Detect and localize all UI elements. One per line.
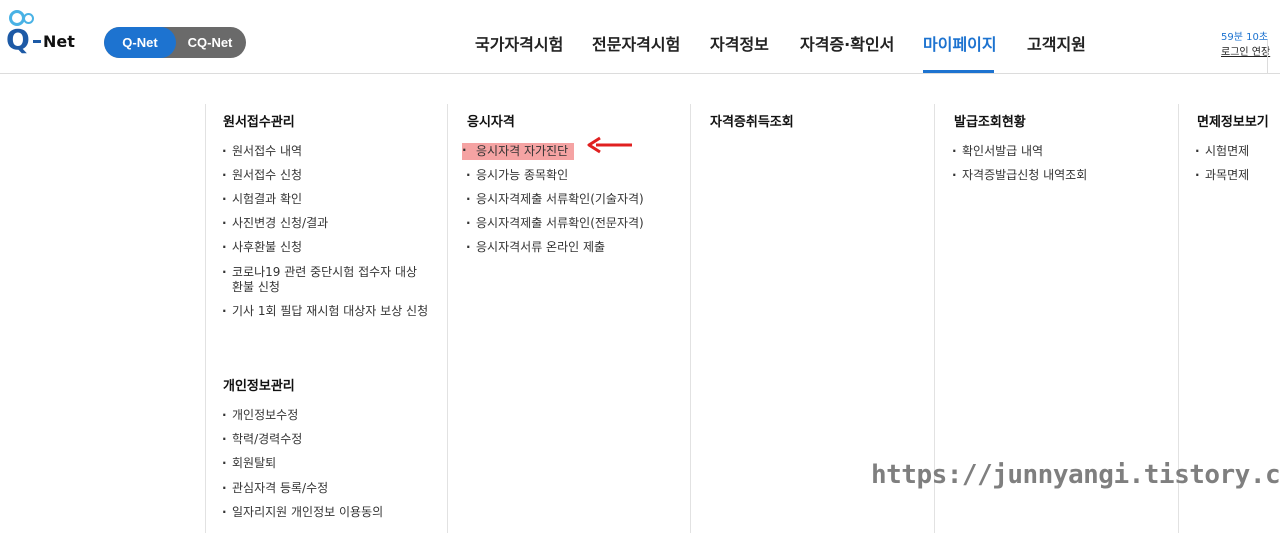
menu-item-continued[interactable]: 환불 신청 xyxy=(232,280,280,295)
menu-title-acquisition[interactable]: 자격증취득조회 xyxy=(710,111,794,130)
login-extend-link[interactable]: 로그인 연장 xyxy=(1221,43,1270,58)
menu-item[interactable]: 응시자격서류 온라인 제출 xyxy=(466,240,605,255)
cqnet-toggle-button[interactable]: CQ-Net xyxy=(174,27,246,58)
nav-mypage[interactable]: 마이페이지 xyxy=(923,31,997,55)
menu-item-self-diagnosis[interactable]: 응시자격 자가진단 xyxy=(462,143,575,160)
logo-q: Q xyxy=(6,23,30,56)
site-header: Q Net CQ-Net Q-Net 국가자격시험 전문자격시험 자격정보 자격… xyxy=(0,0,1280,74)
menu-item[interactable]: 자격증발급신청 내역조회 xyxy=(952,168,1087,183)
menu-item[interactable]: 확인서발급 내역 xyxy=(952,144,1043,159)
menu-item[interactable]: 응시자격제출 서류확인(전문자격) xyxy=(466,216,644,231)
menu-item[interactable]: 과목면제 xyxy=(1195,168,1249,183)
active-nav-underline xyxy=(923,70,994,73)
menu-item[interactable]: 회원탈퇴 xyxy=(222,456,276,471)
menu-item[interactable]: 원서접수 신청 xyxy=(222,168,302,183)
nav-national-exam[interactable]: 국가자격시험 xyxy=(475,31,563,55)
header-right-edge xyxy=(1267,40,1280,74)
nav-qualification-info[interactable]: 자격정보 xyxy=(710,31,769,55)
menu-item[interactable]: 사진변경 신청/결과 xyxy=(222,216,328,231)
qnet-toggle-button[interactable]: Q-Net xyxy=(104,27,176,58)
menu-title-personal-info[interactable]: 개인정보관리 xyxy=(223,375,295,394)
menu-item[interactable]: 시험결과 확인 xyxy=(222,192,302,207)
site-toggle: CQ-Net Q-Net xyxy=(104,27,246,58)
menu-item[interactable]: 원서접수 내역 xyxy=(222,144,302,159)
column-divider xyxy=(690,104,691,533)
menu-title-exemption[interactable]: 면제정보보기 xyxy=(1197,111,1269,130)
menu-title-eligibility[interactable]: 응시자격 xyxy=(467,111,515,130)
nav-customer-support[interactable]: 고객지원 xyxy=(1027,31,1086,55)
blog-watermark: https://junnyangi.tistory.com xyxy=(871,460,1280,490)
qnet-logo[interactable]: Q Net xyxy=(6,10,84,64)
menu-item[interactable]: 일자리지원 개인정보 이용동의 xyxy=(222,505,383,520)
session-timer: 59분 10초 xyxy=(1221,32,1269,43)
column-divider xyxy=(205,104,206,533)
menu-item[interactable]: 응시자격제출 서류확인(기술자격) xyxy=(466,192,644,207)
menu-item[interactable]: 응시가능 종목확인 xyxy=(466,168,568,183)
logo-net: Net xyxy=(43,32,75,51)
nav-professional-exam[interactable]: 전문자격시험 xyxy=(592,31,680,55)
menu-item[interactable]: 사후환불 신청 xyxy=(222,240,302,255)
menu-item[interactable]: 시험면제 xyxy=(1195,144,1249,159)
menu-item[interactable]: 학력/경력수정 xyxy=(222,432,302,447)
logo-dash xyxy=(33,40,41,43)
menu-title-issuance[interactable]: 발급조회현황 xyxy=(954,111,1026,130)
menu-item[interactable]: 기사 1회 필답 재시험 대상자 보상 신청 xyxy=(222,304,428,319)
menu-item[interactable]: 코로나19 관련 중단시험 접수자 대상 xyxy=(222,265,417,280)
nav-certificate[interactable]: 자격증·확인서 xyxy=(800,31,894,55)
menu-title-application[interactable]: 원서접수관리 xyxy=(223,111,295,130)
menu-item[interactable]: 개인정보수정 xyxy=(222,408,298,423)
red-arrow-icon xyxy=(587,136,632,154)
column-divider xyxy=(447,104,448,533)
menu-item[interactable]: 관심자격 등록/수정 xyxy=(222,481,328,496)
